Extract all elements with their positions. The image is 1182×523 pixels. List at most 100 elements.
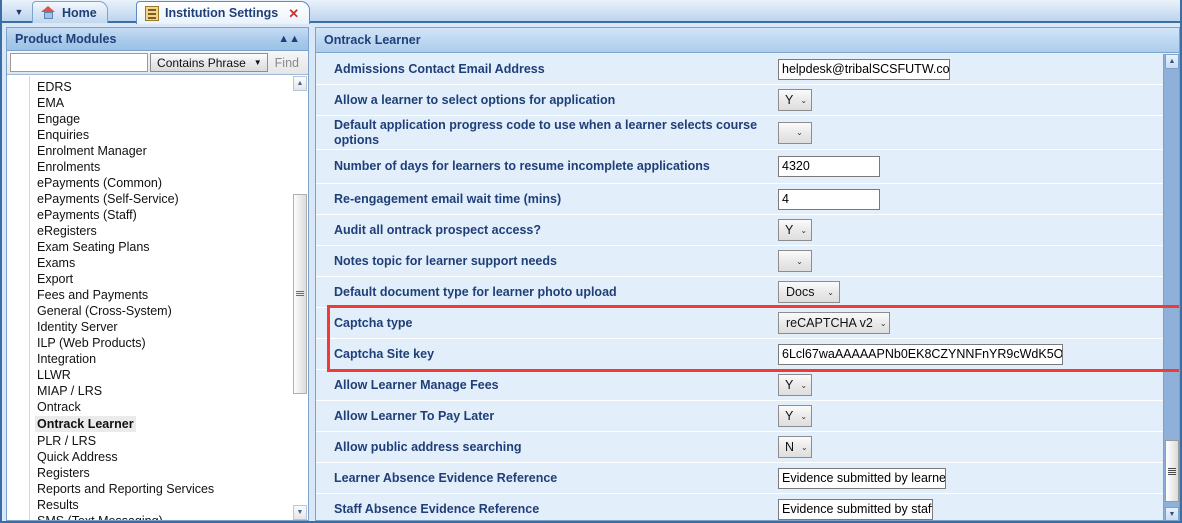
dropdown-value: N xyxy=(785,440,795,454)
tab-close-icon[interactable]: ✕ xyxy=(288,7,299,20)
sidebar-item[interactable]: Exams xyxy=(37,255,293,271)
text-input[interactable]: Evidence submitted by learner xyxy=(778,467,946,489)
settings-row: Allow Learner Manage Fees Y ⌄ xyxy=(316,370,1165,401)
setting-label: Allow a learner to select options for ap… xyxy=(334,92,616,107)
scroll-down-icon[interactable]: ▼ xyxy=(293,505,307,520)
chevron-down-icon: ⌄ xyxy=(796,128,803,137)
text-input[interactable]: 6Lcl67waAAAAAPNb0EK8CZYNNFnYR9cWdK5OjVhy xyxy=(778,343,1063,365)
sidebar-item-label: Fees and Payments xyxy=(37,288,149,302)
settings-row: Notes topic for learner support needs ⌄ xyxy=(316,246,1165,277)
sidebar-item[interactable]: Integration xyxy=(37,351,293,367)
dropdown-select[interactable]: ⌄ xyxy=(778,250,812,272)
sidebar-item[interactable]: Registers xyxy=(37,465,293,481)
sidebar-item[interactable]: Exam Seating Plans xyxy=(37,239,293,255)
sidebar-item-label: Registers xyxy=(37,466,90,480)
sidebar-item[interactable]: EDRS xyxy=(37,79,293,95)
sidebar-item-label: Quick Address xyxy=(37,450,118,464)
sidebar-item[interactable]: Quick Address xyxy=(37,449,293,465)
dropdown-select[interactable]: Y ⌄ xyxy=(778,374,812,396)
sidebar-item[interactable]: Results xyxy=(37,497,293,513)
setting-control-cell: Evidence submitted by learner xyxy=(778,467,1165,489)
sidebar-item-label: Engage xyxy=(37,112,81,126)
sidebar-item-label: ePayments (Common) xyxy=(37,176,163,190)
setting-control-cell: Y ⌄ xyxy=(778,405,1165,427)
sidebar-item[interactable]: ILP (Web Products) xyxy=(37,335,293,351)
sidebar-scrollbar[interactable]: ▲ ▼ xyxy=(293,76,308,520)
dropdown-select[interactable]: ⌄ xyxy=(778,121,812,144)
sidebar-item[interactable]: Export xyxy=(37,271,293,287)
sidebar-item-label: ePayments (Self-Service) xyxy=(37,192,179,206)
settings-row: Captcha Site key 6Lcl67waAAAAAPNb0EK8CZYN… xyxy=(316,339,1165,370)
sidebar-item-selected[interactable]: Ontrack Learner xyxy=(35,416,136,432)
setting-label: Learner Absence Evidence Reference xyxy=(334,470,558,485)
text-input[interactable]: 4 xyxy=(778,188,880,210)
sidebar-item-label: Exams xyxy=(37,256,76,270)
chevron-up-double-icon[interactable]: ▲▲ xyxy=(278,33,300,45)
chevron-down-icon: ⌄ xyxy=(801,442,808,452)
sidebar-item[interactable]: Fees and Payments xyxy=(37,287,293,303)
setting-control-cell: helpdesk@tribalSCSFUTW.com xyxy=(778,58,1165,80)
settings-row: Number of days for learners to resume in… xyxy=(316,150,1165,184)
settings-panel-header: Ontrack Learner xyxy=(316,28,1179,53)
dropdown-select[interactable]: Docs ⌄ xyxy=(778,281,840,303)
settings-row: Re-engagement email wait time (mins) 4 xyxy=(316,184,1165,215)
sidebar-item[interactable]: LLWR xyxy=(37,367,293,383)
setting-control-cell: 4 xyxy=(778,188,1165,210)
dropdown-value: Y xyxy=(785,378,794,392)
dropdown-select[interactable]: Y ⌄ xyxy=(778,89,812,111)
chevron-down-icon: ⌄ xyxy=(879,318,887,328)
sidebar-item[interactable]: Reports and Reporting Services xyxy=(37,481,293,497)
scroll-down-icon[interactable]: ▼ xyxy=(1165,507,1179,520)
sidebar-item[interactable]: EMA xyxy=(37,95,293,111)
sidebar-item[interactable]: PLR / LRS xyxy=(37,433,293,449)
product-modules-list[interactable]: EDRS EMA Engage Enquiries Enrolment Manager E… xyxy=(7,76,308,520)
sidebar-item-label: Export xyxy=(37,272,74,286)
dropdown-value: Docs xyxy=(786,285,815,299)
sidebar-item[interactable]: General (Cross-System) xyxy=(37,303,293,319)
match-mode-dropdown[interactable]: Contains Phrase ▼ xyxy=(150,53,268,72)
scroll-up-icon[interactable]: ▲ xyxy=(1165,54,1179,69)
dropdown-select[interactable]: N ⌄ xyxy=(778,436,812,458)
dropdown-value: Y xyxy=(785,223,794,237)
sidebar-item[interactable]: Engage xyxy=(37,111,293,127)
sidebar-item[interactable]: SMS (Text Messaging) xyxy=(37,513,293,520)
settings-scrollbar[interactable]: ▲ ▼ xyxy=(1163,54,1179,520)
tab-home[interactable]: Home xyxy=(32,1,108,23)
find-button[interactable]: Find xyxy=(268,53,305,72)
dropdown-select[interactable]: Y ⌄ xyxy=(778,219,812,241)
search-input[interactable] xyxy=(10,53,149,72)
sidebar-scrollbar-thumb[interactable] xyxy=(293,194,307,394)
setting-label: Allow Learner To Pay Later xyxy=(334,408,495,423)
tab-institution-settings[interactable]: Institution Settings ✕ xyxy=(136,1,311,24)
scroll-up-icon[interactable]: ▲ xyxy=(293,76,307,91)
settings-panel: Ontrack Learner Admissions Contact Email… xyxy=(315,27,1180,521)
chevron-down-icon: ⌄ xyxy=(800,225,808,235)
sidebar-item[interactable]: Ontrack xyxy=(37,399,293,415)
chevron-down-icon: ▼ xyxy=(253,58,262,67)
sidebar-item[interactable]: ePayments (Common) xyxy=(37,175,293,191)
sidebar-item[interactable]: ePayments (Self-Service) xyxy=(37,191,293,207)
sidebar-item[interactable]: MIAP / LRS xyxy=(37,383,293,399)
sidebar-item[interactable]: Enquiries xyxy=(37,127,293,143)
tab-overflow-button[interactable]: ▼ xyxy=(8,2,30,21)
settings-scrollbar-thumb[interactable] xyxy=(1165,440,1179,502)
sidebar-item[interactable]: Identity Server xyxy=(37,319,293,335)
text-input[interactable]: 4320 xyxy=(778,156,880,177)
sidebar-item[interactable]: ePayments (Staff) xyxy=(37,207,293,223)
dropdown-select[interactable]: Y ⌄ xyxy=(778,405,812,427)
sidebar-item[interactable]: eRegisters xyxy=(37,223,293,239)
setting-control-cell: ⌄ xyxy=(778,121,1165,144)
text-input[interactable]: helpdesk@tribalSCSFUTW.com xyxy=(778,58,950,80)
sidebar-item-label: Exam Seating Plans xyxy=(37,240,150,254)
setting-label: Staff Absence Evidence Reference xyxy=(334,501,540,516)
text-input[interactable]: Evidence submitted by staff xyxy=(778,498,933,520)
sidebar-item-label: SMS (Text Messaging) xyxy=(37,514,163,520)
dropdown-select[interactable]: reCAPTCHA v2 ⌄ xyxy=(778,312,890,334)
tab-home-label: Home xyxy=(62,5,97,20)
sidebar-item-label: General (Cross-System) xyxy=(37,304,172,318)
sidebar-item[interactable]: Enrolment Manager xyxy=(37,143,293,159)
sidebar-item[interactable]: Enrolments xyxy=(37,159,293,175)
sidebar-item-label: PLR / LRS xyxy=(37,434,97,448)
sidebar-item-label: EDRS xyxy=(37,80,72,94)
application-window: ▼ Home Institution Settings ✕ Product Mo… xyxy=(0,0,1182,523)
